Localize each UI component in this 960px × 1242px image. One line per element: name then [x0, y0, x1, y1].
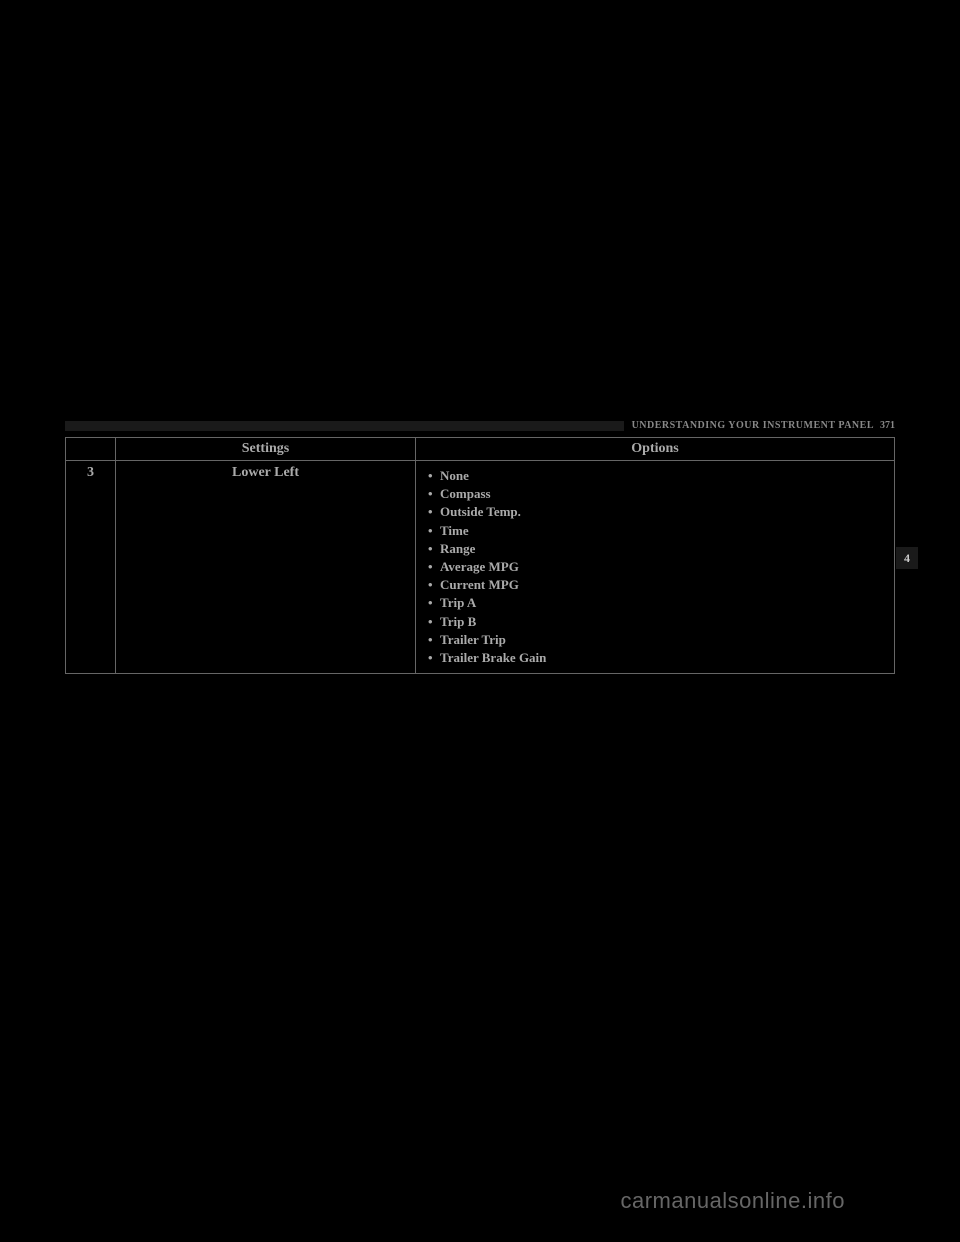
header-col-number [66, 438, 116, 461]
options-list: None Compass Outside Temp. Time Range Av… [426, 465, 884, 669]
option-item: Compass [426, 485, 884, 503]
option-item: Time [426, 522, 884, 540]
watermark: carmanualsonline.info [620, 1188, 845, 1214]
row-number: 3 [66, 461, 116, 674]
option-item: None [426, 467, 884, 485]
table-header-row: Settings Options [66, 438, 895, 461]
option-item: Trailer Trip [426, 631, 884, 649]
option-item: Average MPG [426, 558, 884, 576]
option-item: Current MPG [426, 576, 884, 594]
option-item: Range [426, 540, 884, 558]
row-setting: Lower Left [116, 461, 416, 674]
section-tab: 4 [896, 547, 918, 569]
settings-table: Settings Options 3 Lower Left None Compa… [65, 437, 895, 674]
option-item: Trip B [426, 613, 884, 631]
option-item: Trip A [426, 594, 884, 612]
page-content: UNDERSTANDING YOUR INSTRUMENT PANEL 371 … [65, 420, 895, 674]
table-row: 3 Lower Left None Compass Outside Temp. … [66, 461, 895, 674]
header-bar [65, 421, 624, 431]
option-item: Trailer Brake Gain [426, 649, 884, 667]
header-col-options: Options [416, 438, 895, 461]
row-options: None Compass Outside Temp. Time Range Av… [416, 461, 895, 674]
page-header: UNDERSTANDING YOUR INSTRUMENT PANEL 371 [65, 420, 895, 431]
option-item: Outside Temp. [426, 503, 884, 521]
page-number: 371 [880, 420, 895, 431]
header-title: UNDERSTANDING YOUR INSTRUMENT PANEL [632, 420, 874, 431]
header-col-settings: Settings [116, 438, 416, 461]
